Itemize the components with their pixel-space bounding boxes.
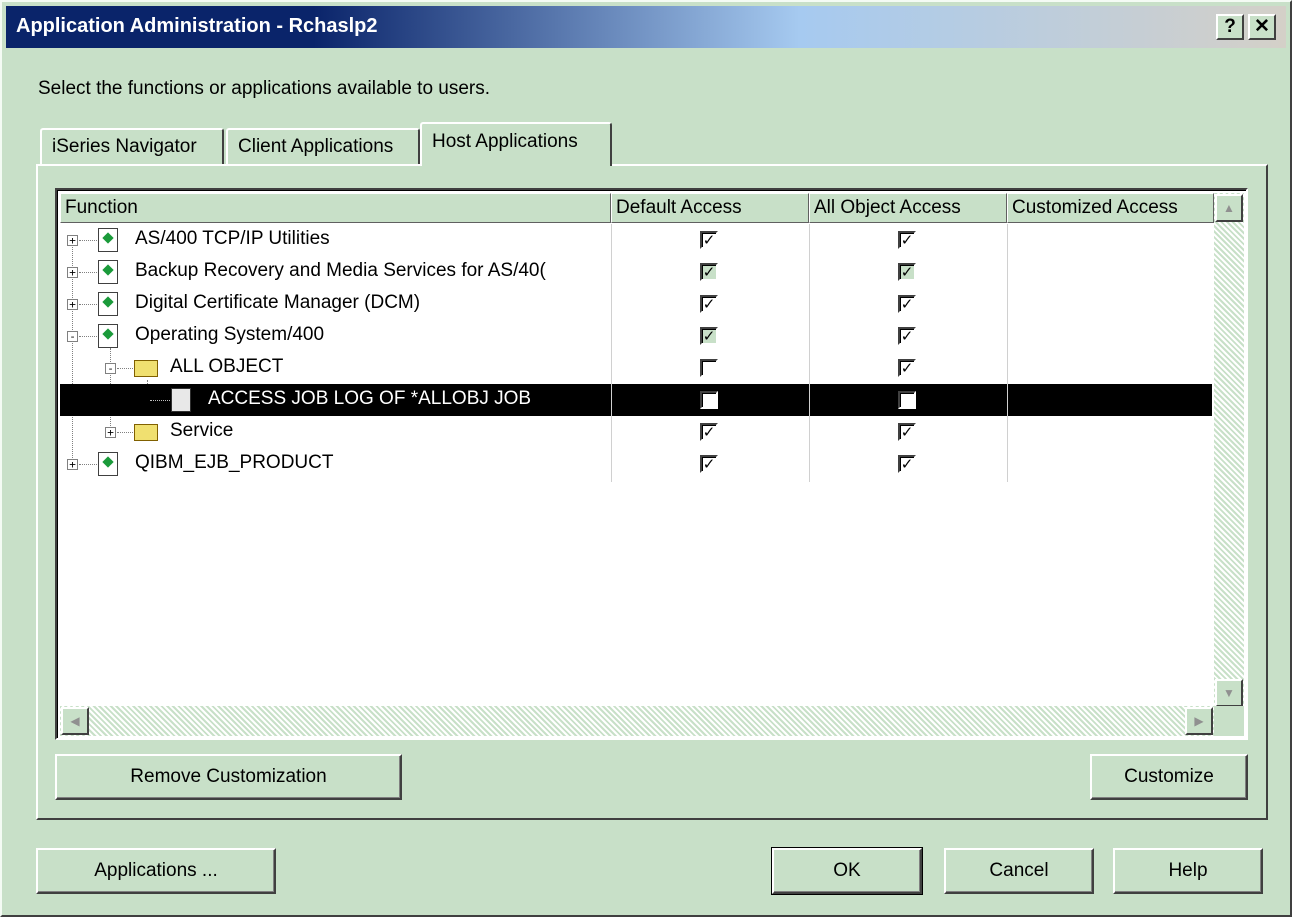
tab-host-applications[interactable]: Host Applications — [420, 122, 612, 166]
tree-connector — [79, 240, 97, 241]
application-icon — [98, 324, 118, 348]
all-object-access-checkbox[interactable]: ✓ — [898, 359, 916, 377]
all-object-access-checkbox[interactable]: ✓ — [898, 423, 916, 441]
expand-icon[interactable]: + — [67, 235, 78, 246]
applications-button[interactable]: Applications ... — [36, 848, 276, 894]
remove-customization-button[interactable]: Remove Customization — [55, 754, 402, 800]
horizontal-scrollbar[interactable]: ◀ ▶ — [60, 706, 1214, 736]
tab-iseries-navigator[interactable]: iSeries Navigator — [40, 128, 224, 166]
application-icon — [98, 292, 118, 316]
scroll-down-icon[interactable]: ▼ — [1215, 679, 1243, 707]
column-header-default-access[interactable]: Default Access — [611, 193, 809, 223]
expand-icon[interactable]: + — [67, 267, 78, 278]
all-object-access-checkbox[interactable]: ✓ — [898, 455, 916, 473]
customize-button[interactable]: Customize — [1090, 754, 1248, 800]
default-access-checkbox[interactable]: ✓ — [700, 231, 718, 249]
application-icon — [98, 260, 118, 284]
scroll-left-icon[interactable]: ◀ — [61, 707, 89, 735]
help-button[interactable]: Help — [1113, 848, 1263, 894]
row-label: Operating System/400 — [135, 324, 325, 345]
tree-connector — [79, 272, 97, 273]
scroll-up-icon[interactable]: ▲ — [1215, 194, 1243, 222]
help-title-button[interactable]: ? — [1216, 14, 1244, 40]
row-label: Service — [170, 420, 234, 441]
table-row[interactable]: - Operating System/400 ✓ ✓ — [60, 320, 1212, 352]
tab-client-applications[interactable]: Client Applications — [226, 128, 420, 166]
expand-icon[interactable]: + — [67, 459, 78, 470]
table-row[interactable]: + Backup Recovery and Media Services for… — [60, 256, 1212, 288]
cancel-button[interactable]: Cancel — [944, 848, 1094, 894]
tree-connector — [117, 368, 133, 369]
all-object-access-checkbox[interactable]: ✓ — [898, 327, 916, 345]
application-icon — [98, 452, 118, 476]
table-row-selected[interactable]: ACCESS JOB LOG OF *ALLOBJ JOB ✓ — [60, 384, 1212, 416]
default-access-checkbox[interactable]: ✓ — [700, 263, 718, 281]
column-header-function[interactable]: Function — [60, 193, 611, 223]
default-access-checkbox[interactable]: ✓ — [700, 455, 718, 473]
title-bar[interactable]: Application Administration - Rchaslp2 ? … — [6, 6, 1286, 48]
column-divider — [611, 224, 612, 482]
default-access-checkbox[interactable]: ✓ — [700, 295, 718, 313]
row-label: AS/400 TCP/IP Utilities — [135, 228, 330, 249]
tree-connector — [79, 464, 97, 465]
row-label: ACCESS JOB LOG OF *ALLOBJ JOB — [208, 388, 532, 409]
row-label: ALL OBJECT — [170, 356, 284, 377]
table-row[interactable]: + Service ✓ ✓ — [60, 416, 1212, 448]
expand-icon[interactable]: + — [105, 427, 116, 438]
window-title: Application Administration - Rchaslp2 — [16, 15, 378, 37]
table-row[interactable]: - ALL OBJECT ✓ — [60, 352, 1212, 384]
tree-connector — [150, 400, 170, 401]
all-object-access-checkbox[interactable]: ✓ — [898, 391, 916, 409]
lock-function-icon — [171, 388, 191, 412]
default-access-checkbox[interactable]: ✓ — [700, 327, 718, 345]
table-row[interactable]: + Digital Certificate Manager (DCM) ✓ ✓ — [60, 288, 1212, 320]
row-label: Backup Recovery and Media Services for A… — [135, 260, 546, 281]
default-access-checkbox[interactable] — [700, 391, 718, 409]
scrollbar-corner — [1214, 706, 1244, 736]
collapse-icon[interactable]: - — [67, 331, 78, 342]
column-header-customized-access[interactable]: Customized Access — [1007, 193, 1214, 223]
column-divider — [1007, 224, 1008, 482]
all-object-access-checkbox[interactable]: ✓ — [898, 263, 916, 281]
column-header-all-object-access[interactable]: All Object Access — [809, 193, 1007, 223]
collapse-icon[interactable]: - — [105, 363, 116, 374]
column-divider — [809, 224, 810, 482]
table-row[interactable]: + QIBM_EJB_PRODUCT ✓ ✓ — [60, 448, 1212, 480]
application-administration-dialog: Application Administration - Rchaslp2 ? … — [0, 0, 1292, 917]
all-object-access-checkbox[interactable]: ✓ — [898, 295, 916, 313]
tree-connector — [117, 432, 133, 433]
tree-connector — [79, 304, 97, 305]
close-icon[interactable]: ✕ — [1248, 14, 1276, 40]
function-access-table: Function Default Access All Object Acces… — [55, 188, 1248, 740]
ok-button[interactable]: OK — [771, 847, 923, 895]
row-label: Digital Certificate Manager (DCM) — [135, 292, 421, 313]
folder-icon — [134, 424, 158, 441]
scroll-right-icon[interactable]: ▶ — [1185, 707, 1213, 735]
all-object-access-checkbox[interactable]: ✓ — [898, 231, 916, 249]
vertical-scrollbar[interactable]: ▲ ▼ — [1214, 193, 1244, 708]
row-label: QIBM_EJB_PRODUCT — [135, 452, 334, 473]
application-icon — [98, 228, 118, 252]
table-row[interactable]: + AS/400 TCP/IP Utilities ✓ ✓ — [60, 224, 1212, 256]
tree-connector — [79, 336, 97, 337]
open-folder-icon — [134, 360, 158, 377]
expand-icon[interactable]: + — [67, 299, 78, 310]
instruction-text: Select the functions or applications ava… — [38, 78, 491, 99]
default-access-checkbox[interactable]: ✓ — [700, 423, 718, 441]
default-access-checkbox[interactable] — [700, 359, 718, 377]
